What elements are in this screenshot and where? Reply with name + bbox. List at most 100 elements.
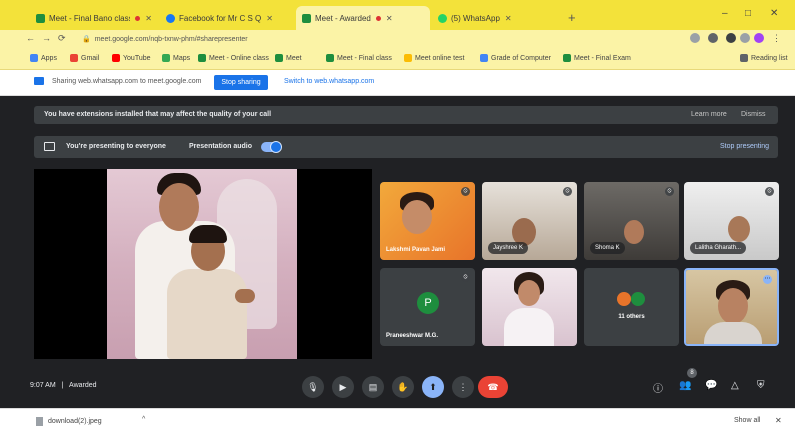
- url-field[interactable]: 🔒 meet.google.com/nqb-txnw-phm/#sharepre…: [82, 32, 642, 46]
- mic-toggle-button[interactable]: 🎙: [302, 376, 324, 398]
- participant-name: Jayshree K: [488, 242, 529, 254]
- stop-presenting-button[interactable]: Stop presenting: [720, 143, 769, 150]
- self-tile[interactable]: ⋯: [684, 268, 779, 346]
- extensions-notice: You have extensions installed that may a…: [34, 106, 778, 124]
- downloads-bar: download(2).jpeg ^ Show all ✕: [0, 408, 795, 433]
- participant-tile[interactable]: ⦸ Lalitha Gharath...: [684, 182, 779, 260]
- bookmark-item[interactable]: Grade of Computer: [480, 54, 551, 62]
- meeting-details-icon[interactable]: ⓘ: [653, 380, 663, 395]
- participant-tile[interactable]: ⦸ Shoma K: [584, 182, 679, 260]
- back-arrow-icon[interactable]: ←: [26, 33, 35, 43]
- extensions-icon[interactable]: [740, 33, 750, 43]
- captions-button[interactable]: ▤: [362, 376, 384, 398]
- tab-facebook[interactable]: Facebook for Mr C S Q ✕: [160, 6, 294, 30]
- meet-control-bar: 9:07 AM | Awarded 🎙 ▶ ▤ ✋ ⬆ ⋮ ☎ ⓘ 👥 8 💬 …: [0, 366, 795, 408]
- download-item[interactable]: download(2).jpeg: [36, 417, 102, 426]
- participant-tile[interactable]: ⦸ Lakshmi Pavan Jami: [380, 182, 475, 260]
- bookmark-item[interactable]: Meet: [275, 54, 302, 62]
- bookmark-item[interactable]: Meet - Final Exam: [563, 54, 631, 62]
- meet-icon: [326, 54, 334, 62]
- participant-tile[interactable]: P ⦸ Praneeshwar M.G.: [380, 268, 475, 346]
- address-bar-row: ← → ⟳ 🔒 meet.google.com/nqb-txnw-phm/#sh…: [0, 30, 795, 48]
- activities-icon[interactable]: △: [731, 380, 739, 391]
- others-count: 11 others: [618, 314, 645, 320]
- close-downloads-bar-button[interactable]: ✕: [775, 416, 782, 425]
- gmail-icon: [70, 54, 78, 62]
- separator: |: [61, 382, 64, 389]
- bookmark-item[interactable]: Meet - Online class: [198, 54, 269, 62]
- photo-hand: [235, 289, 255, 303]
- present-button[interactable]: ⬆: [422, 376, 444, 398]
- meet-favicon-icon: [302, 13, 311, 23]
- bookmark-item[interactable]: Gmail: [70, 54, 99, 62]
- tab-label: Meet - Awarded: [315, 13, 371, 23]
- others-tile[interactable]: 11 others: [584, 268, 679, 346]
- camera-toggle-button[interactable]: ▶: [332, 376, 354, 398]
- camera-indicator-icon[interactable]: [690, 33, 700, 43]
- reading-list[interactable]: Reading list: [740, 54, 788, 62]
- media-icon[interactable]: [726, 33, 736, 43]
- close-window-button[interactable]: ✕: [770, 8, 778, 19]
- close-tab-icon[interactable]: ✕: [386, 14, 393, 23]
- photo-man-face: [159, 183, 199, 231]
- switch-tab-link[interactable]: Switch to web.whatsapp.com: [284, 78, 374, 85]
- participant-name: Praneeshwar M.G.: [386, 333, 439, 339]
- forward-arrow-icon[interactable]: →: [42, 33, 51, 43]
- stop-sharing-button[interactable]: Stop sharing: [214, 75, 268, 90]
- lock-icon: 🔒: [82, 36, 91, 43]
- show-all-downloads-button[interactable]: Show all: [734, 417, 760, 424]
- more-options-button[interactable]: ⋮: [452, 376, 474, 398]
- other-avatar: [631, 292, 645, 306]
- raise-hand-button[interactable]: ✋: [392, 376, 414, 398]
- participant-tile[interactable]: ⦸ Jayshree K: [482, 182, 577, 260]
- share-icon[interactable]: [708, 33, 718, 43]
- maximize-button[interactable]: □: [745, 8, 751, 19]
- bookmark-item[interactable]: Meet online test: [404, 54, 464, 62]
- whatsapp-favicon-icon: [438, 13, 447, 23]
- youtube-icon: [112, 54, 120, 62]
- close-tab-icon[interactable]: ✕: [145, 14, 152, 23]
- reload-icon[interactable]: ⟳: [58, 33, 66, 44]
- mic-off-icon: ⦸: [765, 187, 774, 196]
- participant-face: [624, 220, 644, 244]
- profile-avatar[interactable]: [754, 33, 764, 43]
- download-options-caret-icon[interactable]: ^: [142, 416, 145, 423]
- learn-more-link[interactable]: Learn more: [691, 111, 727, 118]
- tab-meet-class[interactable]: Meet - Final Bano class 2... ✕: [30, 6, 158, 30]
- presenting-bar: You're presenting to everyone Presentati…: [34, 136, 778, 158]
- tile-menu-icon[interactable]: ⋯: [763, 275, 772, 284]
- bookmark-item[interactable]: Maps: [162, 54, 190, 62]
- menu-kebab-icon[interactable]: ⋮: [772, 33, 781, 44]
- host-controls-icon[interactable]: ⛨: [757, 380, 765, 391]
- facebook-favicon-icon: [166, 13, 175, 23]
- presentation-audio-label: Presentation audio: [189, 143, 253, 150]
- bookmark-item[interactable]: YouTube: [112, 54, 151, 62]
- apps-grid-icon: [30, 54, 38, 62]
- participant-name: Lalitha Gharath...: [690, 242, 747, 254]
- photo-boy-hair: [189, 225, 227, 243]
- toggle-knob: [270, 141, 282, 153]
- tab-whatsapp[interactable]: (5) WhatsApp ✕: [432, 6, 564, 30]
- participant-tile[interactable]: [482, 268, 577, 346]
- other-avatar: [617, 292, 631, 306]
- reading-list-icon: [740, 54, 748, 62]
- people-icon[interactable]: 👥: [679, 380, 691, 391]
- shared-photo: [107, 169, 297, 359]
- photo-boy-body: [167, 269, 247, 359]
- tab-label: (5) WhatsApp: [451, 13, 500, 23]
- mic-off-icon: ⦸: [563, 187, 572, 196]
- close-tab-icon[interactable]: ✕: [505, 14, 512, 23]
- minimize-button[interactable]: –: [722, 8, 728, 19]
- leave-call-button[interactable]: ☎: [478, 376, 508, 398]
- chat-icon[interactable]: 💬: [705, 380, 717, 391]
- meet-icon: [198, 54, 206, 62]
- bookmark-item[interactable]: Apps: [30, 54, 57, 62]
- dismiss-button[interactable]: Dismiss: [741, 111, 766, 118]
- new-tab-button[interactable]: +: [568, 10, 576, 25]
- bookmark-item[interactable]: Meet - Final class: [326, 54, 392, 62]
- tab-meet-awarded[interactable]: Meet - Awarded ✕: [296, 6, 430, 30]
- participant-avatar: P: [417, 292, 439, 314]
- notice-text: You have extensions installed that may a…: [44, 111, 272, 118]
- close-tab-icon[interactable]: ✕: [266, 14, 273, 23]
- presentation-audio-toggle[interactable]: [261, 141, 282, 153]
